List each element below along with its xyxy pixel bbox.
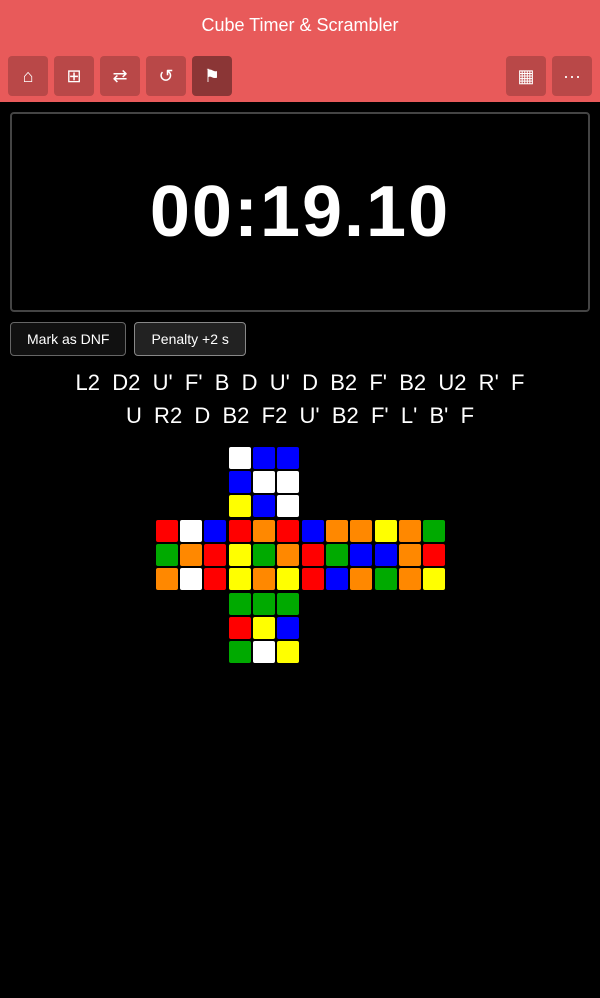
shuffle-button[interactable]: ⇄ — [100, 56, 140, 96]
mark-dnf-button[interactable]: Mark as DNF — [10, 322, 126, 356]
grid-button[interactable]: ⊞ — [54, 56, 94, 96]
bookmark-button[interactable]: ⚑ — [192, 56, 232, 96]
stats-button[interactable]: ▦ — [506, 56, 546, 96]
scramble-text: L2 D2 U' F' B D U' D B2 F' B2 U2 R' FU R… — [76, 370, 525, 428]
toolbar-left: ⌂ ⊞ ⇄ ↺ ⚑ — [8, 56, 500, 96]
header-title: Cube Timer & Scrambler — [201, 15, 398, 36]
face-right — [302, 520, 372, 590]
penalty-button[interactable]: Penalty +2 s — [134, 322, 245, 356]
face-top — [229, 447, 299, 517]
toolbar: ⌂ ⊞ ⇄ ↺ ⚑ ▦ ··· — [0, 50, 600, 102]
action-buttons: Mark as DNF Penalty +2 s — [10, 322, 590, 356]
face-back — [375, 520, 445, 590]
refresh-button[interactable]: ↺ — [146, 56, 186, 96]
timer-display: 00:19.10 — [150, 171, 450, 253]
timer-area: 00:19.10 — [10, 112, 590, 312]
face-front — [229, 520, 299, 590]
face-bottom — [229, 593, 299, 663]
more-button[interactable]: ··· — [552, 56, 592, 96]
face-left — [156, 520, 226, 590]
scramble-area: L2 D2 U' F' B D U' D B2 F' B2 U2 R' FU R… — [10, 366, 590, 432]
home-button[interactable]: ⌂ — [8, 56, 48, 96]
cube-net-layout — [156, 447, 445, 663]
toolbar-right: ▦ ··· — [506, 56, 592, 96]
cube-net — [0, 447, 600, 663]
header: Cube Timer & Scrambler — [0, 0, 600, 50]
